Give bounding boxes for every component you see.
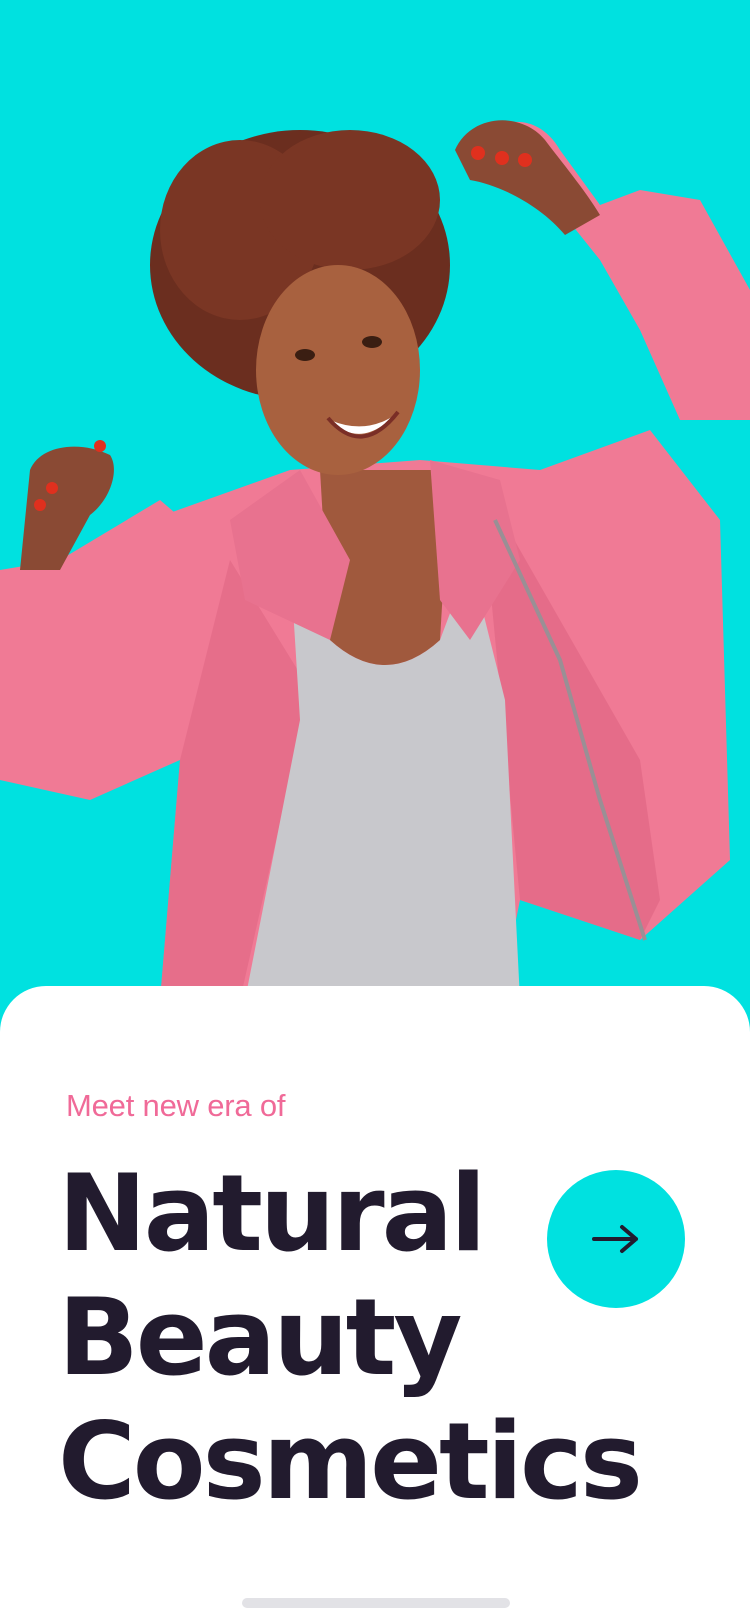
- hero-image: [0, 0, 750, 1000]
- eyebrow-text: Meet new era of: [66, 1088, 286, 1123]
- headline-line-3: Cosmetics: [58, 1400, 643, 1523]
- woman-illustration: [0, 0, 750, 1000]
- onboarding-screen: Meet new era of Natural Beauty Cosmetics: [0, 0, 750, 1624]
- home-indicator[interactable]: [242, 1598, 510, 1608]
- arrow-right-icon: [592, 1225, 638, 1253]
- next-button[interactable]: [547, 1170, 685, 1308]
